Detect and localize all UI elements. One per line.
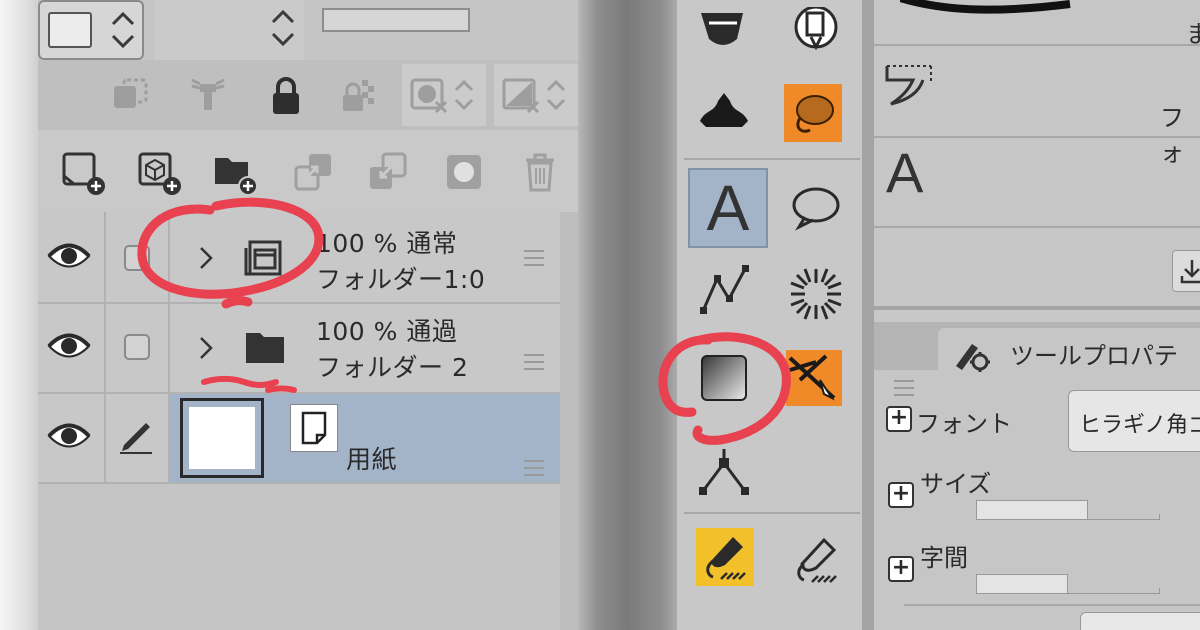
- expand-font-icon[interactable]: +: [886, 406, 912, 432]
- expand-size-icon[interactable]: +: [888, 482, 914, 508]
- layer-mask-icon[interactable]: [440, 148, 488, 196]
- updown-icon: [266, 4, 300, 55]
- trash-icon[interactable]: [516, 148, 564, 196]
- layer-name: 用紙: [346, 445, 398, 474]
- panel-separator: [862, 0, 874, 630]
- spacing-slider-fill[interactable]: [976, 574, 1068, 594]
- red-underline-annotation: [201, 376, 297, 393]
- lasso-fill-tool-icon[interactable]: [784, 84, 842, 142]
- spacing-slider-track[interactable]: [1068, 588, 1160, 594]
- font-label: フォント: [916, 410, 1012, 438]
- speech-balloon-icon[interactable]: [784, 176, 848, 240]
- sub-tool-eyedropper-icon[interactable]: [784, 0, 848, 64]
- layer-checkbox[interactable]: [124, 334, 150, 360]
- paper-layer-icon: [290, 404, 338, 452]
- font-select[interactable]: ヒラギノ角ゴ: [1068, 390, 1200, 452]
- new-raster-layer-icon[interactable]: [58, 148, 108, 198]
- clip-below-icon[interactable]: [106, 72, 154, 120]
- text-tool-icon: A: [706, 172, 750, 244]
- eye-icon[interactable]: [44, 236, 94, 276]
- fill-tool-icon[interactable]: [692, 0, 756, 64]
- text-tool-button[interactable]: A: [688, 168, 768, 248]
- layer-name: フォルダー1:0: [316, 265, 486, 294]
- size-label: サイズ: [920, 470, 992, 498]
- transfer-up-icon[interactable]: [290, 148, 338, 196]
- download-icon[interactable]: [1172, 250, 1200, 292]
- tab-tool-property-label: ツールプロパテ: [1010, 342, 1178, 370]
- transfer-down-icon[interactable]: [364, 148, 412, 196]
- opacity-slider[interactable]: [322, 8, 470, 32]
- layer-opacity-mode: 100 % 通過: [316, 317, 458, 346]
- new-3d-layer-icon[interactable]: [134, 148, 184, 198]
- red-circle-annotation: [137, 197, 324, 309]
- spacing-label: 字間: [920, 544, 968, 572]
- panel-separator: [578, 0, 676, 630]
- pen-edit-icon[interactable]: [112, 414, 160, 458]
- correction-brush-icon[interactable]: [696, 528, 754, 586]
- drag-handle-icon[interactable]: [524, 250, 544, 266]
- sub-tool-label: フォ: [1160, 104, 1184, 167]
- lock-icon[interactable]: [262, 72, 310, 120]
- folder-icon: [240, 326, 290, 370]
- drag-handle-icon[interactable]: [524, 460, 544, 476]
- blend-tool-icon[interactable]: [692, 76, 756, 140]
- updown-icon: [106, 6, 140, 57]
- layer-opacity-mode: 100 % 通常: [316, 229, 458, 258]
- text-style-button[interactable]: [1080, 612, 1200, 630]
- mask-enable-button[interactable]: [402, 64, 486, 126]
- layer-list-empty-area: [38, 484, 560, 630]
- opacity-field[interactable]: [154, 0, 304, 60]
- layer-thumbnail: [180, 398, 264, 478]
- blend-mode-swatch: [48, 12, 92, 48]
- drag-handle-icon[interactable]: [524, 354, 544, 370]
- speech-tail-icon[interactable]: [882, 58, 938, 112]
- sub-tool-label: ま: [1186, 20, 1200, 48]
- eye-icon[interactable]: [44, 326, 94, 366]
- panel-menu-icon[interactable]: [894, 380, 914, 396]
- expand-spacing-icon[interactable]: +: [888, 556, 914, 582]
- new-folder-icon[interactable]: [210, 148, 260, 198]
- size-slider-fill[interactable]: [976, 500, 1088, 520]
- tool-property-icon: [956, 344, 990, 372]
- lock-transparent-icon[interactable]: [334, 72, 382, 120]
- brush-stroke-preview: [900, 0, 1071, 14]
- size-slider-track[interactable]: [1088, 514, 1160, 520]
- vector-line-icon[interactable]: [692, 258, 756, 322]
- text-sub-tool-icon[interactable]: A: [886, 140, 923, 205]
- tab-tool-property[interactable]: ツールプロパテ: [938, 328, 1200, 376]
- font-select-value: ヒラギノ角ゴ: [1079, 413, 1200, 438]
- red-circle-annotation: [658, 332, 791, 445]
- window-edge: [0, 0, 38, 630]
- ruler-enable-button[interactable]: [494, 64, 578, 126]
- layer-name: フォルダー 2: [316, 353, 469, 382]
- chevron-right-icon[interactable]: [192, 328, 220, 368]
- reference-layer-icon[interactable]: [184, 72, 232, 120]
- saturated-lines-icon[interactable]: [784, 262, 848, 326]
- correction-line-icon[interactable]: [784, 528, 848, 592]
- blend-mode-select[interactable]: [38, 0, 144, 60]
- layer-scrollbar[interactable]: [560, 212, 578, 630]
- eye-icon[interactable]: [44, 416, 94, 456]
